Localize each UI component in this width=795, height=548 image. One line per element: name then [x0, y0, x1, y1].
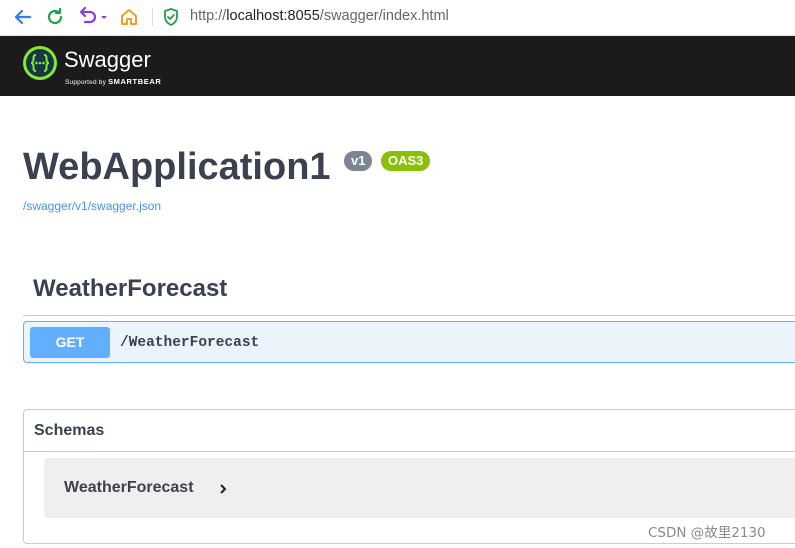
watermark-text: CSDN @故里2130: [648, 525, 766, 541]
url-scheme: http://: [190, 8, 227, 24]
spec-json-link[interactable]: /swagger/v1/swagger.json: [23, 199, 161, 213]
chevron-right-icon[interactable]: [218, 482, 228, 500]
url-host: localhost:8055: [226, 8, 320, 24]
swagger-topbar: Swagger Supported by SMARTBEAR: [0, 36, 795, 96]
oas-badge: OAS3: [381, 151, 431, 171]
api-title: WebApplication1: [23, 146, 331, 188]
swagger-logo-icon[interactable]: [23, 46, 57, 80]
address-bar[interactable]: http://localhost:8055/swagger/index.html: [190, 8, 449, 24]
version-badge: v1: [344, 151, 373, 171]
home-icon[interactable]: [118, 6, 140, 28]
model-weatherforecast[interactable]: WeatherForecast: [44, 458, 795, 518]
reload-icon[interactable]: [44, 6, 66, 28]
swagger-logo-subtitle: Supported by SMARTBEAR: [65, 77, 161, 86]
model-name: WeatherForecast: [64, 479, 194, 496]
shield-icon[interactable]: [163, 8, 179, 31]
browser-toolbar: http://localhost:8055/swagger/index.html: [0, 0, 795, 36]
operation-get-weatherforecast[interactable]: GET /WeatherForecast: [23, 321, 795, 363]
toolbar-separator: [152, 8, 153, 26]
logo-sub-brand: SMARTBEAR: [108, 77, 162, 86]
method-badge: GET: [30, 327, 110, 358]
tag-heading[interactable]: WeatherForecast: [33, 275, 227, 303]
operation-path: /WeatherForecast: [120, 335, 260, 351]
schemas-divider: [24, 451, 795, 452]
schemas-heading[interactable]: Schemas: [34, 422, 104, 440]
logo-sub-prefix: Supported by: [65, 79, 109, 86]
tag-divider: [23, 315, 795, 316]
undo-menu-icon[interactable]: [76, 6, 110, 28]
swagger-logo-text: Swagger: [64, 47, 151, 72]
url-path: /swagger/index.html: [319, 8, 449, 24]
back-arrow-icon[interactable]: [12, 6, 34, 28]
